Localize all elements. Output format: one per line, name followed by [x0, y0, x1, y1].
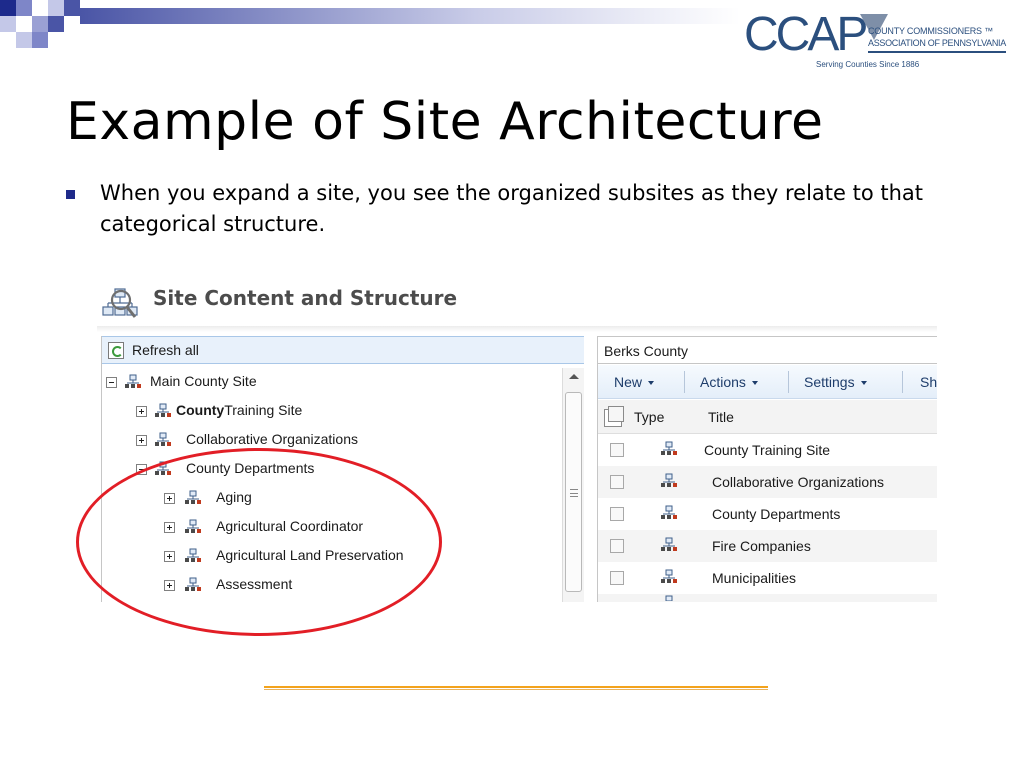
scroll-up-arrow-icon[interactable]	[569, 374, 579, 379]
row-title[interactable]: County Training Site	[704, 442, 830, 458]
row-checkbox[interactable]	[610, 539, 624, 553]
row-checkbox[interactable]	[610, 571, 624, 585]
header-divider	[97, 326, 937, 332]
screenshot-title: Site Content and Structure	[153, 286, 458, 310]
logo-wordmark: CCAP	[744, 8, 868, 61]
site-hierarchy-icon	[155, 432, 171, 446]
expand-icon[interactable]	[136, 435, 147, 446]
scrollbar-thumb[interactable]	[565, 392, 582, 592]
slide-title: Example of Site Architecture	[66, 92, 824, 152]
list-header-label: Berks County	[604, 343, 689, 359]
toolbar-separator	[684, 371, 685, 393]
list-toolbar: New Actions Settings Sh	[598, 365, 937, 399]
site-hierarchy-icon	[155, 403, 171, 417]
tree-node-label[interactable]: Collaborative Organizations	[186, 431, 358, 447]
corner-square	[0, 0, 16, 16]
site-hierarchy-icon	[661, 569, 677, 583]
list-pane: Berks County New Actions Settings Sh Typ…	[597, 336, 937, 602]
expand-icon[interactable]	[136, 406, 147, 417]
tree-node-label-rest: Training Site	[224, 402, 303, 418]
refresh-bar[interactable]: Refresh all	[102, 336, 584, 364]
tree-node-label[interactable]: Main County Site	[150, 373, 257, 389]
corner-square	[16, 16, 32, 32]
site-content-icon	[102, 288, 138, 318]
logo-tagline: Serving Counties Since 1886	[816, 60, 920, 69]
row-title[interactable]: County Departments	[712, 506, 840, 522]
site-hierarchy-icon	[661, 537, 677, 551]
logo-line1: COUNTY COMMISSIONERS ™	[868, 26, 993, 36]
chevron-down-icon	[648, 381, 655, 386]
column-header-type[interactable]: Type	[634, 409, 664, 425]
footer-rule-line	[264, 689, 768, 690]
collapse-icon[interactable]	[106, 377, 117, 388]
chevron-down-icon	[860, 381, 867, 386]
column-header-title[interactable]: Title	[708, 409, 734, 425]
column-header-row: Type Title	[598, 400, 937, 434]
site-hierarchy-icon	[665, 595, 673, 601]
bullet-marker	[66, 190, 75, 199]
corner-square	[48, 16, 64, 32]
toolbar-separator	[788, 371, 789, 393]
row-title[interactable]: Collaborative Organizations	[712, 474, 884, 490]
table-row[interactable]: Fire Companies	[598, 530, 937, 562]
table-row-partial	[598, 594, 937, 602]
settings-label: Settings	[804, 374, 855, 390]
row-title[interactable]: Municipalities	[712, 570, 796, 586]
tree-scrollbar[interactable]	[562, 368, 584, 602]
ccap-logo: CCAP COUNTY COMMISSIONERS ™ ASSOCIATION …	[740, 8, 1010, 76]
corner-square	[32, 16, 48, 32]
select-all-checkbox[interactable]	[604, 406, 624, 427]
tree-node-label[interactable]: CountyTraining Site	[176, 402, 302, 418]
refresh-icon[interactable]	[108, 342, 124, 359]
settings-menu-button[interactable]: Settings	[804, 374, 867, 390]
show-menu-button[interactable]: Sh	[920, 374, 937, 390]
site-hierarchy-icon	[661, 505, 677, 519]
corner-square	[0, 16, 16, 32]
table-row[interactable]: County Departments	[598, 498, 937, 530]
grip-icon	[570, 489, 578, 497]
corner-square	[16, 32, 32, 48]
corner-square	[32, 32, 48, 48]
table-row[interactable]: Municipalities	[598, 562, 937, 594]
actions-label: Actions	[700, 374, 746, 390]
tree-node-bold-prefix: County	[176, 402, 225, 418]
footer-rule-line	[264, 686, 768, 688]
corner-square	[64, 0, 80, 16]
footer-rule	[264, 686, 768, 691]
new-menu-button[interactable]: New	[614, 374, 655, 390]
logo-rule	[868, 51, 1006, 53]
site-hierarchy-icon	[661, 473, 677, 487]
bullet-text: When you expand a site, you see the orga…	[100, 181, 924, 236]
list-header: Berks County	[598, 336, 937, 364]
refresh-all-link[interactable]: Refresh all	[132, 342, 199, 358]
row-checkbox[interactable]	[610, 443, 624, 457]
table-row[interactable]: County Training Site	[598, 434, 937, 466]
actions-menu-button[interactable]: Actions	[700, 374, 758, 390]
toolbar-separator	[902, 371, 903, 393]
row-title[interactable]: Fire Companies	[712, 538, 811, 554]
table-row[interactable]: Collaborative Organizations	[598, 466, 937, 498]
site-hierarchy-icon	[125, 374, 141, 388]
site-hierarchy-icon	[661, 441, 677, 455]
corner-square	[16, 0, 32, 16]
new-label: New	[614, 374, 643, 390]
row-checkbox[interactable]	[610, 507, 624, 521]
corner-square	[48, 0, 64, 16]
corner-square	[32, 0, 48, 16]
chevron-down-icon	[751, 381, 758, 386]
logo-line2: ASSOCIATION OF PENNSYLVANIA	[868, 38, 1006, 48]
header-gradient-bar	[80, 8, 740, 24]
annotation-ellipse	[76, 448, 442, 636]
row-checkbox[interactable]	[610, 475, 624, 489]
